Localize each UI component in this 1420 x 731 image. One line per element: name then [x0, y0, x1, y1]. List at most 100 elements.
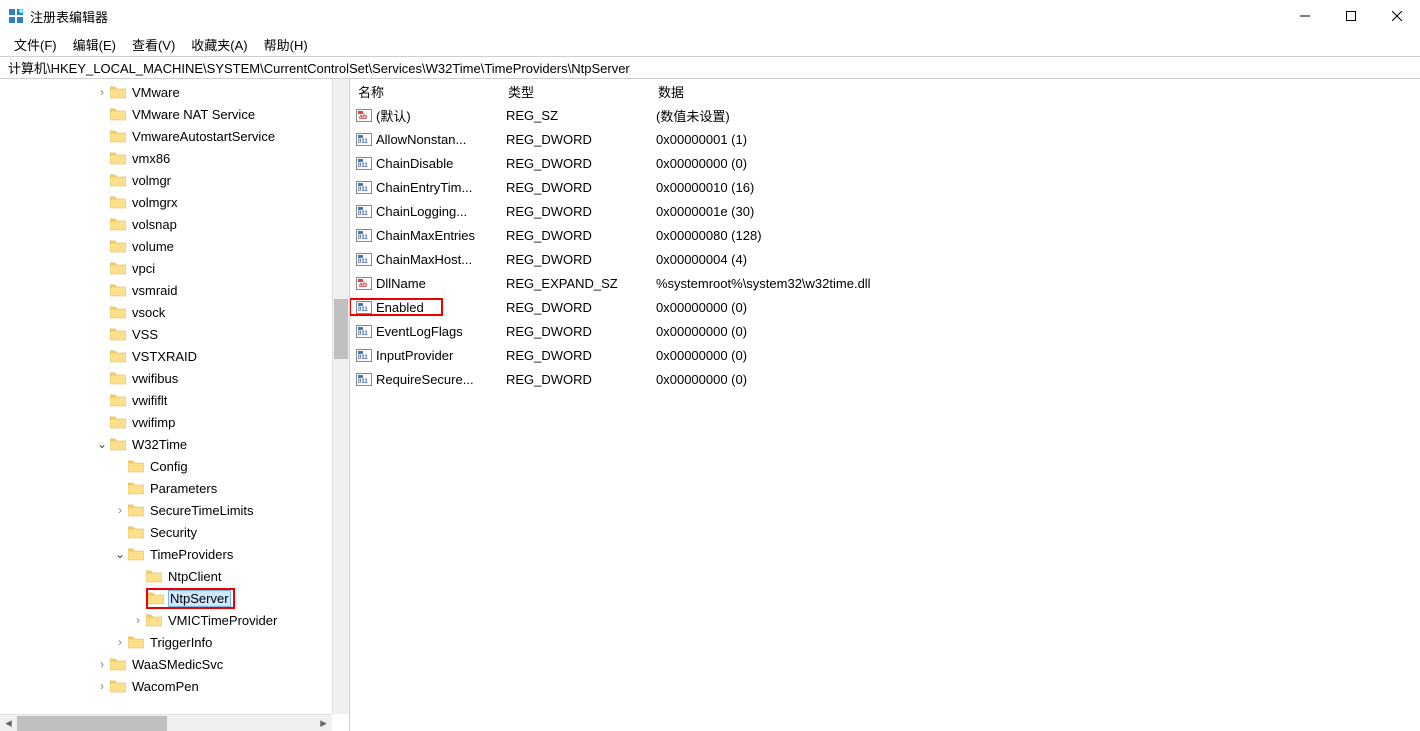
- tree-node[interactable]: Config: [0, 455, 349, 477]
- tree-node[interactable]: vwifibus: [0, 367, 349, 389]
- tree-node-label: vwifimp: [130, 414, 177, 431]
- value-name: InputProvider: [376, 348, 453, 363]
- tree-node[interactable]: volsnap: [0, 213, 349, 235]
- chevron-right-icon[interactable]: ›: [112, 503, 128, 517]
- tree-node[interactable]: VmwareAutostartService: [0, 125, 349, 147]
- value-row[interactable]: ChainLogging...REG_DWORD0x0000001e (30): [350, 199, 1420, 223]
- window-title: 注册表编辑器: [30, 7, 108, 26]
- value-row[interactable]: ChainDisableREG_DWORD0x00000000 (0): [350, 151, 1420, 175]
- tree-node[interactable]: ⌄W32Time: [0, 433, 349, 455]
- tree-node[interactable]: volmgr: [0, 169, 349, 191]
- tree-node[interactable]: vwififlt: [0, 389, 349, 411]
- menu-fav[interactable]: 收藏夹(A): [185, 33, 253, 56]
- tree-node[interactable]: volume: [0, 235, 349, 257]
- title-bar[interactable]: 注册表编辑器: [0, 0, 1420, 32]
- chevron-down-icon[interactable]: ⌄: [94, 437, 110, 451]
- folder-icon: [110, 679, 126, 693]
- col-type[interactable]: 类型: [500, 79, 650, 105]
- value-row[interactable]: InputProviderREG_DWORD0x00000000 (0): [350, 343, 1420, 367]
- address-text: 计算机\HKEY_LOCAL_MACHINE\SYSTEM\CurrentCon…: [8, 58, 630, 77]
- value-type: REG_DWORD: [500, 156, 650, 171]
- value-row[interactable]: ChainEntryTim...REG_DWORD0x00000010 (16): [350, 175, 1420, 199]
- tree-node[interactable]: vsmraid: [0, 279, 349, 301]
- tree-node[interactable]: vwifimp: [0, 411, 349, 433]
- folder-icon: [110, 349, 126, 363]
- value-row[interactable]: EventLogFlagsREG_DWORD0x00000000 (0): [350, 319, 1420, 343]
- tree-node[interactable]: vmx86: [0, 147, 349, 169]
- reg-binary-icon: [356, 155, 372, 171]
- value-name: Enabled: [376, 300, 424, 315]
- value-name: ChainLogging...: [376, 204, 467, 219]
- tree-node[interactable]: vsock: [0, 301, 349, 323]
- folder-icon: [148, 591, 164, 605]
- chevron-right-icon[interactable]: ›: [94, 85, 110, 99]
- folder-icon: [128, 525, 144, 539]
- tree-node-label: WacomPen: [130, 678, 201, 695]
- value-row[interactable]: EnabledREG_DWORD0x00000000 (0): [350, 295, 1420, 319]
- tree-node[interactable]: NtpServer: [0, 587, 349, 609]
- tree-node[interactable]: VSTXRAID: [0, 345, 349, 367]
- value-type: REG_DWORD: [500, 180, 650, 195]
- tree-vertical-scrollbar[interactable]: [332, 79, 349, 714]
- tree-node[interactable]: volmgrx: [0, 191, 349, 213]
- chevron-right-icon[interactable]: ›: [94, 679, 110, 693]
- value-row[interactable]: DllNameREG_EXPAND_SZ%systemroot%\system3…: [350, 271, 1420, 295]
- tree-node[interactable]: VSS: [0, 323, 349, 345]
- tree-node[interactable]: ›VMware: [0, 81, 349, 103]
- tree-node-label: vwififlt: [130, 392, 169, 409]
- chevron-down-icon[interactable]: ⌄: [112, 547, 128, 561]
- col-name[interactable]: 名称: [350, 79, 500, 105]
- tree-node-label: VSS: [130, 326, 160, 343]
- value-data: 0x00000000 (0): [650, 300, 1420, 315]
- value-data: 0x00000000 (0): [650, 324, 1420, 339]
- tree-node-label: volume: [130, 238, 176, 255]
- tree-node[interactable]: Parameters: [0, 477, 349, 499]
- tree-node[interactable]: Security: [0, 521, 349, 543]
- value-row[interactable]: ChainMaxEntriesREG_DWORD0x00000080 (128): [350, 223, 1420, 247]
- folder-icon: [110, 129, 126, 143]
- tree-node-label: VMware NAT Service: [130, 106, 257, 123]
- chevron-right-icon[interactable]: ›: [94, 657, 110, 671]
- tree-node-label: vwifibus: [130, 370, 180, 387]
- value-row[interactable]: ChainMaxHost...REG_DWORD0x00000004 (4): [350, 247, 1420, 271]
- tree-node-label: VSTXRAID: [130, 348, 199, 365]
- folder-icon: [110, 415, 126, 429]
- tree-node[interactable]: VMware NAT Service: [0, 103, 349, 125]
- scroll-right-icon[interactable]: ▸: [315, 715, 332, 731]
- columns-header[interactable]: 名称 类型 数据: [350, 79, 1420, 103]
- maximize-button[interactable]: [1328, 0, 1374, 32]
- tree-node[interactable]: vpci: [0, 257, 349, 279]
- menu-edit[interactable]: 编辑(E): [67, 33, 122, 56]
- value-row[interactable]: AllowNonstan...REG_DWORD0x00000001 (1): [350, 127, 1420, 151]
- menu-help[interactable]: 帮助(H): [258, 33, 314, 56]
- value-name: ChainDisable: [376, 156, 453, 171]
- tree-node[interactable]: ›TriggerInfo: [0, 631, 349, 653]
- chevron-right-icon[interactable]: ›: [130, 613, 146, 627]
- tree-node[interactable]: ⌄TimeProviders: [0, 543, 349, 565]
- tree-node[interactable]: ›SecureTimeLimits: [0, 499, 349, 521]
- tree-horizontal-scrollbar[interactable]: ◂ ▸: [0, 714, 332, 731]
- tree-node[interactable]: ›VMICTimeProvider: [0, 609, 349, 631]
- value-name: (默认): [376, 106, 411, 125]
- reg-binary-icon: [356, 131, 372, 147]
- folder-icon: [110, 371, 126, 385]
- folder-icon: [110, 393, 126, 407]
- minimize-button[interactable]: [1282, 0, 1328, 32]
- address-bar[interactable]: 计算机\HKEY_LOCAL_MACHINE\SYSTEM\CurrentCon…: [0, 57, 1420, 79]
- value-row[interactable]: RequireSecure...REG_DWORD0x00000000 (0): [350, 367, 1420, 391]
- tree-node[interactable]: › WacomPen: [0, 675, 349, 697]
- tree-node[interactable]: NtpClient: [0, 565, 349, 587]
- folder-icon: [110, 327, 126, 341]
- value-type: REG_EXPAND_SZ: [500, 276, 650, 291]
- value-type: REG_DWORD: [500, 228, 650, 243]
- folder-icon: [128, 481, 144, 495]
- col-data[interactable]: 数据: [650, 79, 1420, 105]
- chevron-right-icon[interactable]: ›: [112, 635, 128, 649]
- close-button[interactable]: [1374, 0, 1420, 32]
- menu-file[interactable]: 文件(F): [8, 33, 63, 56]
- value-row[interactable]: (默认)REG_SZ(数值未设置): [350, 103, 1420, 127]
- tree-node-label: WaaSMedicSvc: [130, 656, 225, 673]
- menu-view[interactable]: 查看(V): [126, 33, 181, 56]
- tree-node[interactable]: › WaaSMedicSvc: [0, 653, 349, 675]
- scroll-left-icon[interactable]: ◂: [0, 715, 17, 731]
